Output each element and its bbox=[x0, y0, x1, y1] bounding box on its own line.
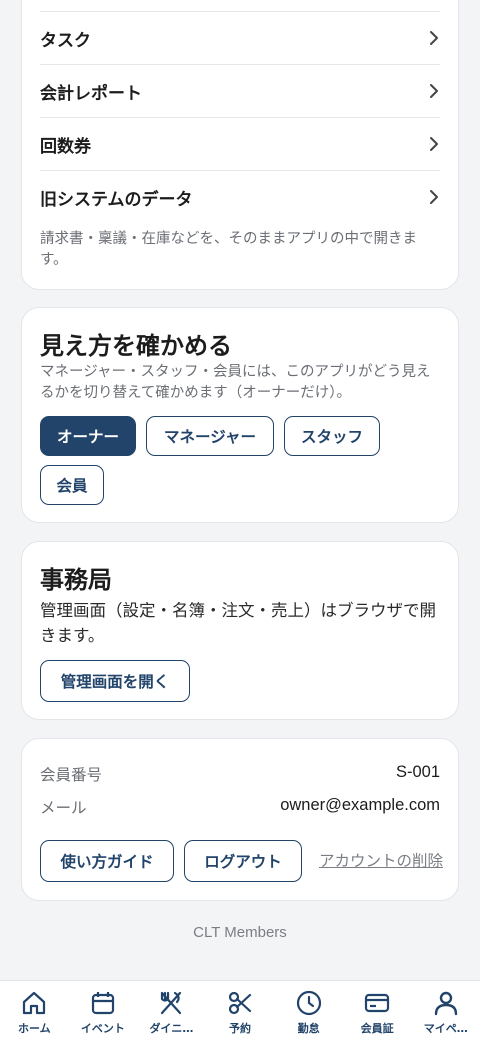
menu-item-label: 旧システムのデータ bbox=[40, 189, 193, 210]
nav-dining[interactable]: ダイニ… bbox=[137, 981, 206, 1039]
menu-card: タスク 会計レポート 回数券 旧システムのデータ 請求書・稟議・在庫などを、その… bbox=[21, 0, 459, 290]
member-number-row: 会員番号 S-001 bbox=[40, 763, 440, 785]
footer-brand: CLT Members bbox=[193, 924, 287, 941]
chevron-right-icon bbox=[430, 31, 438, 45]
role-member-button[interactable]: 会員 bbox=[40, 465, 104, 505]
nav-events[interactable]: イベント bbox=[69, 981, 138, 1039]
chevron-right-icon bbox=[430, 190, 438, 204]
nav-label: イベント bbox=[80, 1022, 125, 1035]
office-description: 管理画面（設定・名簿・注文・売上）はブラウザで開きます。 bbox=[40, 601, 436, 645]
menu-item-label: タスク bbox=[40, 30, 91, 51]
view-switcher-title: 見え方を確かめる bbox=[40, 332, 232, 360]
nav-label: ダイニ… bbox=[149, 1022, 194, 1035]
role-manager-button[interactable]: マネージャー bbox=[146, 416, 274, 456]
member-number-value: S-001 bbox=[395, 763, 440, 781]
role-staff-button[interactable]: スタッフ bbox=[284, 416, 380, 456]
scissors-icon bbox=[228, 991, 252, 1015]
menu-item-label: 会計レポート bbox=[40, 83, 142, 104]
nav-home[interactable]: ホーム bbox=[0, 981, 69, 1039]
delete-account-link[interactable]: アカウントの削除 bbox=[319, 849, 443, 871]
nav-member-card[interactable]: 会員証 bbox=[343, 981, 412, 1039]
dining-icon bbox=[161, 991, 182, 1015]
home-icon bbox=[23, 991, 46, 1015]
nav-label: 会員証 bbox=[360, 1022, 394, 1035]
person-icon bbox=[434, 991, 457, 1016]
bottom-nav: ホーム イベント ダイニ… 予約 勤怠 会員証 マイペ… bbox=[0, 980, 480, 1039]
nav-label: マイペ… bbox=[423, 1022, 468, 1035]
email-label: メール bbox=[40, 799, 87, 817]
office-title: 事務局 bbox=[40, 566, 112, 594]
card-icon bbox=[365, 993, 390, 1013]
nav-label: 勤怠 bbox=[297, 1022, 320, 1035]
menu-note: 請求書・稟議・在庫などを、そのままアプリの中で開きます。 bbox=[40, 231, 417, 268]
nav-attendance[interactable]: 勤怠 bbox=[274, 981, 343, 1039]
nav-reservation[interactable]: 予約 bbox=[206, 981, 275, 1039]
nav-label: ホーム bbox=[17, 1022, 51, 1035]
menu-item-legacy-data[interactable]: 旧システムのデータ bbox=[40, 170, 440, 223]
chevron-right-icon bbox=[430, 137, 438, 151]
view-switcher-card: 見え方を確かめる マネージャー・スタッフ・会員には、このアプリがどう見えるかを切… bbox=[21, 307, 459, 523]
clock-icon bbox=[296, 990, 321, 1016]
open-admin-button[interactable]: 管理画面を開く bbox=[40, 660, 190, 702]
account-card: 会員番号 S-001 メール owner@example.com 使い方ガイド … bbox=[21, 738, 459, 901]
menu-item-coupon-tickets[interactable]: 回数券 bbox=[40, 117, 440, 170]
member-number-label: 会員番号 bbox=[40, 766, 103, 784]
nav-my-page[interactable]: マイペ… bbox=[411, 981, 480, 1039]
nav-label: 予約 bbox=[229, 1022, 252, 1035]
view-switcher-description: マネージャー・スタッフ・会員には、このアプリがどう見えるかを切り替えて確かめます… bbox=[40, 364, 431, 401]
email-row: メール owner@example.com bbox=[40, 796, 440, 818]
menu-item-accounting-report[interactable]: 会計レポート bbox=[40, 64, 440, 117]
chevron-right-icon bbox=[430, 84, 438, 98]
role-owner-button[interactable]: オーナー bbox=[40, 416, 136, 456]
office-card: 事務局 管理画面（設定・名簿・注文・売上）はブラウザで開きます。 管理画面を開く bbox=[21, 541, 459, 720]
menu-item-label: 回数券 bbox=[40, 136, 91, 157]
calendar-icon bbox=[91, 992, 114, 1015]
logout-button[interactable]: ログアウト bbox=[184, 840, 302, 882]
email-value: owner@example.com bbox=[280, 796, 440, 814]
menu-item-tasks[interactable]: タスク bbox=[40, 11, 440, 64]
guide-button[interactable]: 使い方ガイド bbox=[40, 840, 174, 882]
